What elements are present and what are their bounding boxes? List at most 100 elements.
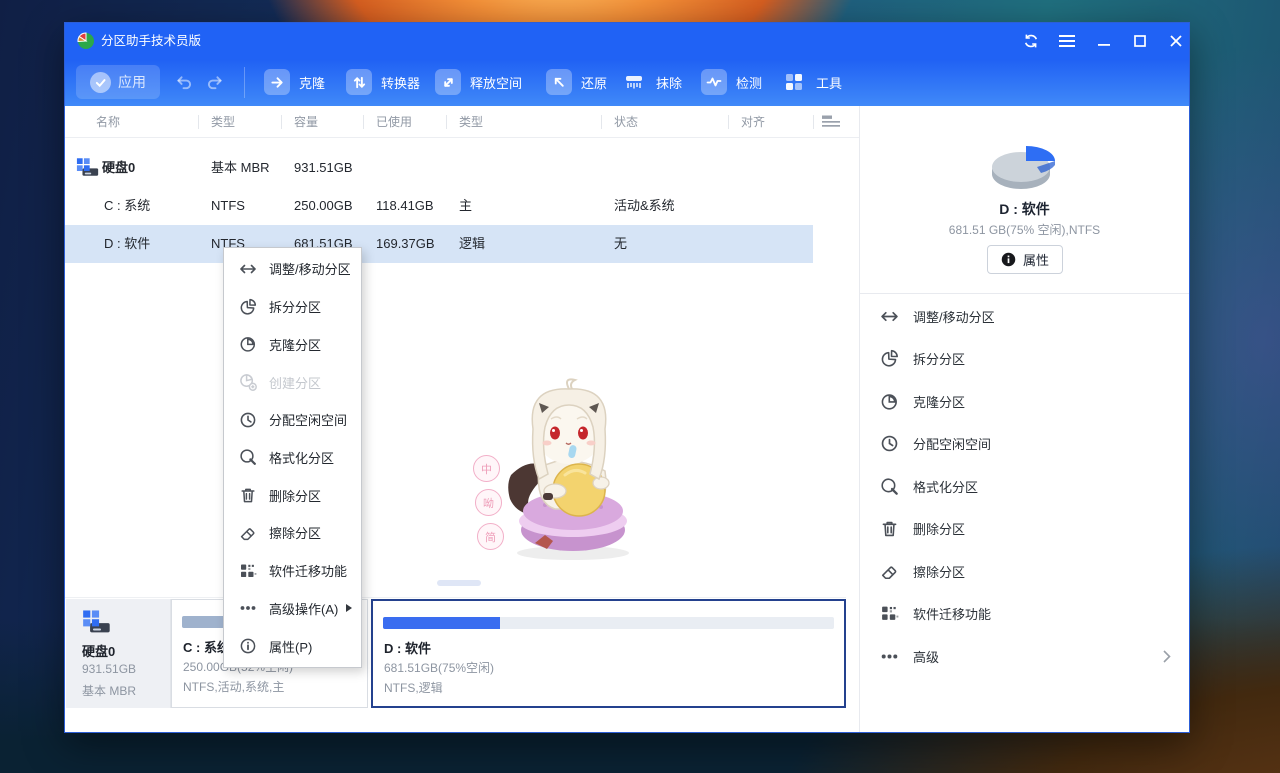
minimize-button[interactable]	[1091, 28, 1117, 54]
menu-item-advanced-operations[interactable]: 高级操作(A)	[224, 590, 361, 626]
submenu-arrow-icon	[346, 604, 352, 613]
menu-item-allocate-free-space[interactable]: 分配空闲空间	[224, 402, 361, 438]
bottom-strip-divider	[65, 597, 846, 598]
tools-icon	[781, 69, 807, 95]
table-row-disk0[interactable]: 硬盘0 基本 MBR 931.51GB	[65, 149, 813, 187]
app-window: 分区助手技术员版 应用 克隆 转换器 释放空间 还原 抹除 检测 工具 名称 类…	[64, 22, 1190, 733]
action-format-partition[interactable]: 格式化分区	[860, 465, 1189, 508]
action-wipe-partition[interactable]: 擦除分区	[860, 550, 1189, 593]
disk-icon	[83, 610, 110, 633]
menu-item-clone-partition[interactable]: 克隆分区	[224, 326, 361, 362]
menu-item-format-partition[interactable]: 格式化分区	[224, 439, 361, 475]
toolbar-converter-label: 转换器	[381, 75, 421, 91]
toolbar-clone-button[interactable]: 克隆	[264, 68, 325, 96]
mascot-illustration: 中 呦 简	[473, 375, 653, 575]
menu-item-label: 软件迁移功能	[269, 564, 348, 580]
mascot-badge: 中	[473, 455, 500, 482]
usage-bar	[383, 617, 834, 629]
col-header-name: 名称	[96, 115, 121, 129]
redo-icon	[207, 75, 222, 89]
action-split-partition[interactable]: 拆分分区	[860, 338, 1189, 381]
apply-button[interactable]: 应用	[76, 65, 160, 99]
main-menu-button[interactable]	[1054, 28, 1080, 54]
selected-partition-title: D : 软件	[999, 201, 1050, 217]
clone-partition-icon	[240, 337, 256, 352]
disk-overview-card[interactable]: 硬盘0 931.51GB 基本 MBR	[66, 599, 171, 708]
undo-button[interactable]	[170, 70, 196, 94]
cell-capacity: 931.51GB	[294, 160, 353, 175]
cell-parttype: 逻辑	[459, 236, 486, 251]
toolbar-restore-button[interactable]: 还原	[546, 68, 607, 96]
toolbar: 应用 克隆 转换器 释放空间 还原 抹除 检测 工具	[65, 59, 1189, 106]
mascot-badge: 呦	[475, 489, 502, 516]
toolbar-tools-button[interactable]: 工具	[781, 68, 842, 96]
menu-item-label: 调整/移动分区	[269, 262, 351, 278]
col-header-capacity: 容量	[294, 115, 319, 129]
split-partition-icon	[881, 350, 898, 367]
menu-item-create-partition: 创建分区	[224, 364, 361, 400]
action-label: 拆分分区	[913, 352, 966, 368]
format-partition-icon	[881, 478, 898, 495]
header-underline	[65, 137, 859, 138]
menu-item-label: 拆分分区	[269, 300, 322, 316]
action-delete-partition[interactable]: 删除分区	[860, 508, 1189, 551]
menu-item-label: 格式化分区	[269, 450, 335, 466]
redo-button[interactable]	[202, 70, 228, 94]
restore-icon	[546, 69, 572, 95]
action-allocate-free-space[interactable]: 分配空闲空间	[860, 423, 1189, 466]
action-label: 格式化分区	[913, 479, 979, 495]
header-separator	[281, 115, 282, 129]
toolbar-converter-button[interactable]: 转换器	[346, 68, 420, 96]
menu-item-app-migration[interactable]: 软件迁移功能	[224, 553, 361, 589]
action-app-migration[interactable]: 软件迁移功能	[860, 593, 1189, 636]
wipe-partition-icon	[881, 566, 897, 579]
menu-item-wipe-partition[interactable]: 擦除分区	[224, 515, 361, 551]
toolbar-clone-label: 克隆	[299, 75, 326, 91]
menu-item-label: 克隆分区	[269, 337, 322, 353]
partition-name: D : 软件	[384, 641, 431, 656]
detect-icon	[701, 69, 727, 95]
close-button[interactable]	[1163, 28, 1189, 54]
toolbar-detect-button[interactable]: 检测	[701, 68, 762, 96]
col-header-status: 状态	[614, 115, 639, 129]
menu-item-label: 分配空闲空间	[269, 413, 348, 429]
info-icon	[1001, 252, 1016, 267]
list-view-icon[interactable]	[822, 115, 840, 129]
action-advanced[interactable]: 高级	[860, 635, 1189, 678]
menu-item-properties[interactable]: 属性(P)	[224, 628, 361, 664]
toolbar-erase-button[interactable]: 抹除	[621, 68, 682, 96]
action-list: 调整/移动分区 拆分分区 克隆分区 分配空闲空间 格式化分区 删除分区 擦除分区…	[860, 295, 1189, 678]
col-header-parttype: 类型	[459, 115, 484, 129]
horizontal-scrollbar-thumb[interactable]	[437, 580, 481, 586]
desktop-wallpaper: 分区助手技术员版 应用 克隆 转换器 释放空间 还原 抹除 检测 工具 名称 类…	[0, 0, 1280, 773]
minimize-icon	[1098, 44, 1110, 46]
action-clone-partition[interactable]: 克隆分区	[860, 380, 1189, 423]
table-row-d-selected[interactable]: D : 软件 NTFS 681.51GB 169.37GB 逻辑 无	[65, 225, 813, 263]
menu-item-resize-move[interactable]: 调整/移动分区	[224, 251, 361, 287]
free-space-icon	[435, 69, 461, 95]
allocate-free-space-icon	[240, 412, 256, 428]
table-row-c[interactable]: C : 系统 NTFS 250.00GB 118.41GB 主 活动&系统	[65, 187, 813, 225]
create-partition-icon	[240, 374, 257, 391]
converter-icon	[346, 69, 372, 95]
partition-pie-chart	[992, 146, 1055, 189]
properties-info-icon	[240, 638, 256, 654]
apply-check-icon	[90, 71, 111, 93]
app-migration-icon	[241, 564, 257, 577]
menu-item-split-partition[interactable]: 拆分分区	[224, 289, 361, 325]
disk-type: 基本 MBR	[82, 684, 137, 698]
toolbar-free-space-button[interactable]: 释放空间	[435, 68, 522, 96]
allocate-free-space-icon	[881, 435, 898, 452]
action-label: 软件迁移功能	[913, 607, 992, 623]
undo-icon	[176, 75, 191, 89]
action-resize-move[interactable]: 调整/移动分区	[860, 295, 1189, 338]
refresh-button[interactable]	[1018, 28, 1044, 54]
header-separator	[813, 115, 814, 129]
cell-type: 基本 MBR	[211, 160, 270, 175]
delete-partition-icon	[241, 488, 255, 503]
menu-item-delete-partition[interactable]: 删除分区	[224, 477, 361, 513]
properties-button[interactable]: 属性	[987, 245, 1063, 274]
maximize-button[interactable]	[1127, 28, 1153, 54]
cell-name: D : 软件	[104, 236, 151, 251]
partition-block-d-selected[interactable]: D : 软件 681.51GB(75%空闲) NTFS,逻辑	[371, 599, 846, 708]
